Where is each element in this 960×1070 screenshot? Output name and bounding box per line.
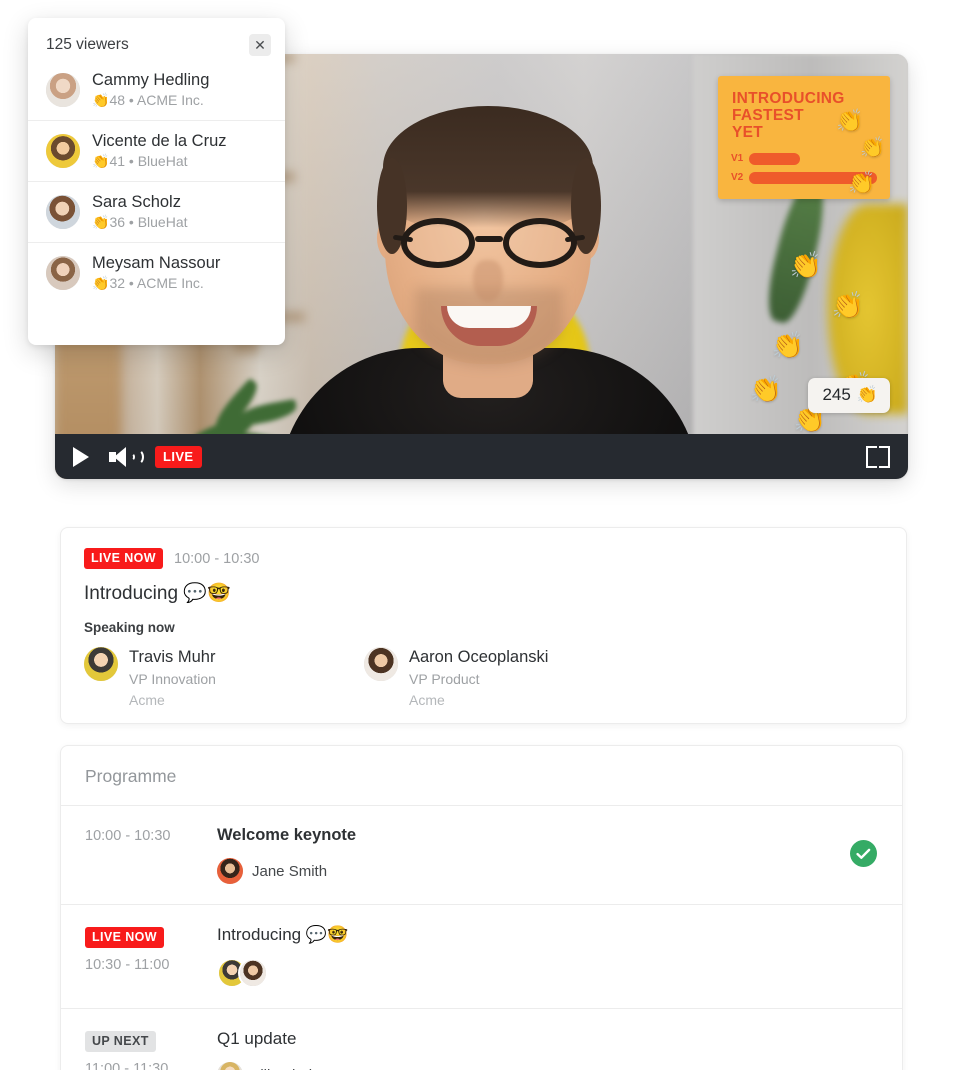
speaker-video-feed xyxy=(279,98,699,479)
avatar xyxy=(84,647,118,681)
viewer-list-item[interactable]: Meysam Nassour 👏32 • ACME Inc. xyxy=(28,242,285,303)
avatar xyxy=(46,133,80,168)
table-row[interactable]: UP NEXT 11:00 - 11:30 Q1 update Lilly Sh… xyxy=(61,1008,902,1070)
live-now-badge: LIVE NOW xyxy=(84,548,164,569)
play-icon[interactable] xyxy=(73,446,89,467)
clap-emoji: 👏 xyxy=(771,330,804,360)
fullscreen-icon[interactable] xyxy=(866,445,890,468)
clap-emoji: 👏 xyxy=(860,137,885,159)
clap-emoji: 👏 xyxy=(789,250,822,280)
programme-row-people: Jane Smith xyxy=(217,858,902,884)
viewer-name: Meysam Nassour xyxy=(92,254,221,272)
programme-row-time: 11:00 - 11:30 xyxy=(85,1061,169,1070)
reaction-counter[interactable]: 245 👏 xyxy=(808,378,890,413)
avatar xyxy=(46,72,80,107)
table-row[interactable]: LIVE NOW 10:30 - 11:00 Introducing 💬🤓 xyxy=(61,904,902,1008)
glasses xyxy=(392,218,586,268)
clap-emoji: 👏 xyxy=(836,108,864,133)
viewer-list-item[interactable]: Sara Scholz 👏36 • BlueHat xyxy=(28,181,285,242)
programme-row-title: Introducing 💬🤓 xyxy=(217,925,349,944)
viewer-meta-text: 32 • ACME Inc. xyxy=(109,275,204,291)
programme-row-title: Welcome keynote xyxy=(217,826,357,844)
slide-bar-label: V2 xyxy=(731,172,744,183)
programme-person-name: Lilly Shultz xyxy=(252,1067,324,1070)
viewers-panel-header: 125 viewers ✕ xyxy=(28,18,285,66)
viewer-meta: 👏41 • BlueHat xyxy=(92,153,188,169)
avatar xyxy=(217,1062,243,1070)
avatar xyxy=(46,194,80,229)
programme-person-name: Jane Smith xyxy=(252,862,328,880)
slide-bar-row: V1 xyxy=(731,151,881,166)
reaction-count: 245 xyxy=(822,385,851,404)
avatar-stack xyxy=(217,958,268,988)
viewer-meta-text: 48 • ACME Inc. xyxy=(109,92,204,108)
programme-row-time: 10:00 - 10:30 xyxy=(85,828,171,844)
avatar xyxy=(238,958,268,988)
speaking-now-card: LIVE NOW 10:00 - 10:30 Introducing 💬🤓 Sp… xyxy=(60,527,907,724)
speaker-role: VP Product xyxy=(409,671,480,687)
avatar xyxy=(217,858,243,884)
live-now-badge: LIVE NOW xyxy=(85,927,165,948)
speaking-now-label: Speaking now xyxy=(84,620,175,635)
avatar xyxy=(46,255,80,290)
viewer-list-item[interactable]: Cammy Hedling 👏48 • ACME Inc. xyxy=(28,66,285,120)
viewer-meta: 👏32 • ACME Inc. xyxy=(92,275,204,291)
clap-emoji: 👏 xyxy=(831,290,864,320)
up-next-badge: UP NEXT xyxy=(85,1031,156,1052)
programme-row-time: 10:30 - 11:00 xyxy=(85,957,170,973)
speaking-now-header: LIVE NOW 10:00 - 10:30 xyxy=(61,528,906,569)
viewer-list-item[interactable]: Vicente de la Cruz 👏41 • BlueHat xyxy=(28,120,285,181)
programme-row-people: Lilly Shultz xyxy=(217,1062,902,1070)
viewer-meta: 👏36 • BlueHat xyxy=(92,214,188,230)
viewer-meta: 👏48 • ACME Inc. xyxy=(92,92,204,108)
clap-icon: 👏 xyxy=(856,385,878,404)
speaker-org: Acme xyxy=(129,692,165,708)
check-circle-icon xyxy=(850,840,877,867)
speaker-item[interactable]: Aaron Oceoplanski VP Product Acme xyxy=(364,647,548,711)
live-badge: LIVE xyxy=(155,445,202,468)
programme-row-right: Welcome keynote Jane Smith xyxy=(217,826,902,884)
slide-bar-v1 xyxy=(749,152,800,165)
viewers-panel[interactable]: 125 viewers ✕ Cammy Hedling 👏48 • ACME I… xyxy=(28,18,285,345)
viewers-count-title: 125 viewers xyxy=(46,36,129,53)
programme-row-left: 10:00 - 10:30 xyxy=(85,826,217,884)
page-root: INTRODUCING FASTEST YET V1 V2 👏 👏 👏 👏 👏 xyxy=(0,0,960,1070)
session-title: Introducing 💬🤓 xyxy=(84,583,231,604)
speaker-role: VP Innovation xyxy=(129,671,216,687)
programme-header: Programme xyxy=(85,766,177,786)
presentation-slide: INTRODUCING FASTEST YET V1 V2 👏 👏 👏 xyxy=(718,76,890,199)
programme-row-left: UP NEXT 11:00 - 11:30 xyxy=(85,1029,217,1070)
session-time: 10:00 - 10:30 xyxy=(174,550,260,567)
viewer-name: Vicente de la Cruz xyxy=(92,132,227,150)
programme-row-left: LIVE NOW 10:30 - 11:00 xyxy=(85,925,217,988)
speaker-name: Travis Muhr xyxy=(129,648,216,666)
viewer-meta-text: 36 • BlueHat xyxy=(109,214,188,230)
slide-title-line1: INTRODUCING xyxy=(732,90,845,107)
slide-bar-label: V1 xyxy=(731,153,744,164)
programme-row-right: Q1 update Lilly Shultz xyxy=(217,1029,902,1070)
programme-row-title: Q1 update xyxy=(217,1029,297,1048)
close-icon[interactable]: ✕ xyxy=(249,34,271,56)
clap-emoji: 👏 xyxy=(749,374,782,404)
programme-row-people xyxy=(217,958,902,988)
speaker-list: Travis Muhr VP Innovation Acme Aaron Oce… xyxy=(61,635,906,711)
clap-emoji: 👏 xyxy=(848,170,876,195)
volume-icon[interactable] xyxy=(109,446,144,468)
speaker-name: Aaron Oceoplanski xyxy=(409,648,549,666)
avatar xyxy=(364,647,398,681)
viewer-name: Cammy Hedling xyxy=(92,71,210,89)
speaker-org: Acme xyxy=(409,692,445,708)
programme-row-right: Introducing 💬🤓 xyxy=(217,925,902,988)
video-controls-bar: LIVE xyxy=(55,434,908,479)
speaker-item[interactable]: Travis Muhr VP Innovation Acme xyxy=(84,647,364,711)
table-row[interactable]: 10:00 - 10:30 Welcome keynote Jane Smith xyxy=(61,805,902,904)
viewer-name: Sara Scholz xyxy=(92,193,181,211)
programme-card: Programme 10:00 - 10:30 Welcome keynote … xyxy=(60,745,903,1070)
viewer-meta-text: 41 • BlueHat xyxy=(109,153,188,169)
